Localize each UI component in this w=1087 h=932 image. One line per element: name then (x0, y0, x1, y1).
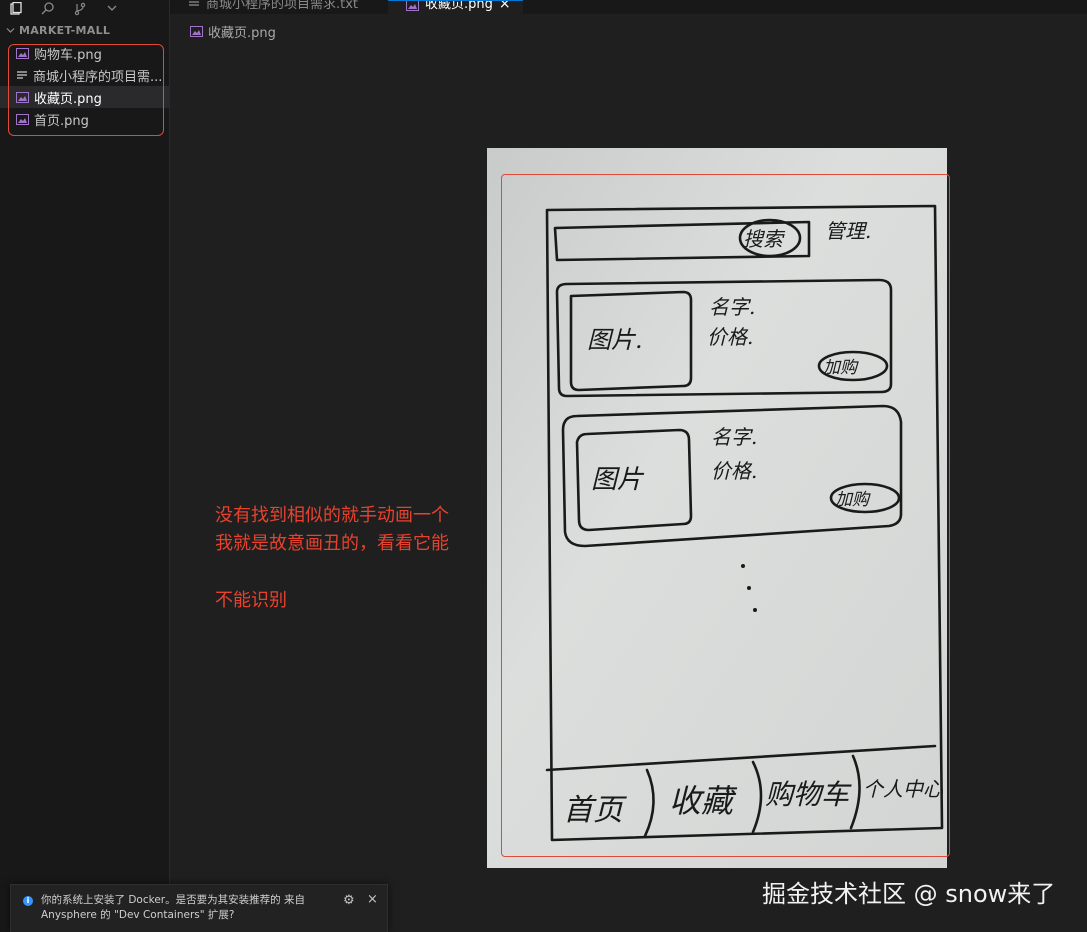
source-control-icon[interactable] (64, 0, 96, 18)
close-icon[interactable]: × (499, 1, 511, 12)
sketch-name-label: 名字. (711, 425, 757, 449)
sketch-dot (747, 586, 751, 590)
explorer-folder-header[interactable]: MARKET-MALL (6, 24, 110, 37)
sketch-price-label: 价格. (707, 325, 753, 349)
image-file-icon (16, 47, 29, 59)
sketch-nav-home: 首页 (563, 793, 627, 828)
notification-message: 你的系统上安装了 Docker。是否要为其安装推荐的 来自 Anysphere … (41, 894, 305, 921)
breadcrumb-file[interactable]: 收藏页.png (208, 22, 276, 41)
watermark: 掘金技术社区 @ snow来了 (762, 880, 1056, 908)
sketch-image: 搜索 管理. 图片. 名字. 价格. 加购 图片 名字. 价格. 加购 首页 收… (487, 148, 947, 868)
file-list: 购物车.png 商城小程序的项目需... 收藏页.png 首页.png (0, 42, 170, 130)
folder-name: MARKET-MALL (19, 24, 111, 37)
annotation-text-block: 没有找到相似的就手动画一个 我就是故意画丑的，看看它能 (215, 495, 487, 565)
notification-toast: i 你的系统上安装了 Docker。是否要为其安装推荐的 来自 Anyspher… (10, 884, 388, 932)
file-name: 购物车.png (34, 47, 102, 63)
sketch-search-label: 搜索 (743, 227, 786, 251)
sketch-image-label: 图片 (591, 465, 645, 495)
sketch-name-label: 名字. (709, 295, 755, 319)
tab-favorites[interactable]: 收藏页.png × (388, 0, 523, 14)
info-icon: i (23, 896, 33, 906)
file-item-cart[interactable]: 购物车.png (0, 42, 170, 64)
sketch-cart-label: 加购 (835, 490, 871, 510)
sketch-image-label: 图片. (587, 326, 643, 354)
gear-icon[interactable]: ⚙ (343, 893, 355, 908)
sketch-price-label: 价格. (711, 459, 757, 483)
text-file-icon (189, 1, 199, 6)
tab-label: 收藏页.png (425, 0, 493, 12)
search-icon[interactable] (32, 0, 64, 18)
file-name: 商城小程序的项目需... (33, 69, 163, 85)
file-item-requirements[interactable]: 商城小程序的项目需... (0, 64, 170, 86)
file-item-home[interactable]: 首页.png (0, 108, 170, 130)
sketch-dot (741, 564, 745, 568)
chevron-down-icon[interactable] (96, 0, 128, 18)
sketch-dot (753, 608, 757, 612)
sketch-nav-favorites: 收藏 (669, 782, 738, 820)
sketch-cart-label: 加购 (823, 358, 859, 378)
sketch-drawing: 搜索 管理. 图片. 名字. 价格. 加购 图片 名字. 价格. 加购 首页 收… (487, 148, 947, 868)
tab-bar: 商城小程序的项目需求.txt 收藏页.png × (170, 0, 1087, 14)
breadcrumb: 收藏页.png (190, 22, 276, 41)
file-item-favorites[interactable]: 收藏页.png (0, 86, 170, 108)
activity-bar (0, 0, 170, 18)
tab-requirements[interactable]: 商城小程序的项目需求.txt (170, 0, 370, 14)
chevron-down-icon (6, 28, 15, 33)
image-file-icon (16, 113, 29, 125)
image-file-icon (406, 1, 420, 11)
annotation-line: 不能识别 (215, 590, 287, 611)
tab-label: 商城小程序的项目需求.txt (206, 0, 359, 12)
sketch-nav-profile: 个人中心 (863, 777, 944, 801)
sketch-manage-label: 管理. (825, 219, 871, 243)
sidebar: MARKET-MALL 购物车.png 商城小程序的项目需... 收藏页.png… (0, 0, 170, 932)
image-file-icon (190, 26, 203, 37)
file-name: 首页.png (34, 113, 89, 129)
file-name: 收藏页.png (34, 91, 102, 107)
annotation-line: 没有找到相似的就手动画一个 (215, 505, 449, 526)
annotation-line: 我就是故意画丑的，看看它能 (215, 533, 449, 554)
sketch-nav-cart: 购物车 (765, 778, 852, 811)
explorer-icon[interactable] (0, 0, 32, 18)
image-file-icon (16, 91, 29, 103)
text-file-icon (17, 70, 27, 79)
close-icon[interactable]: × (367, 892, 378, 907)
